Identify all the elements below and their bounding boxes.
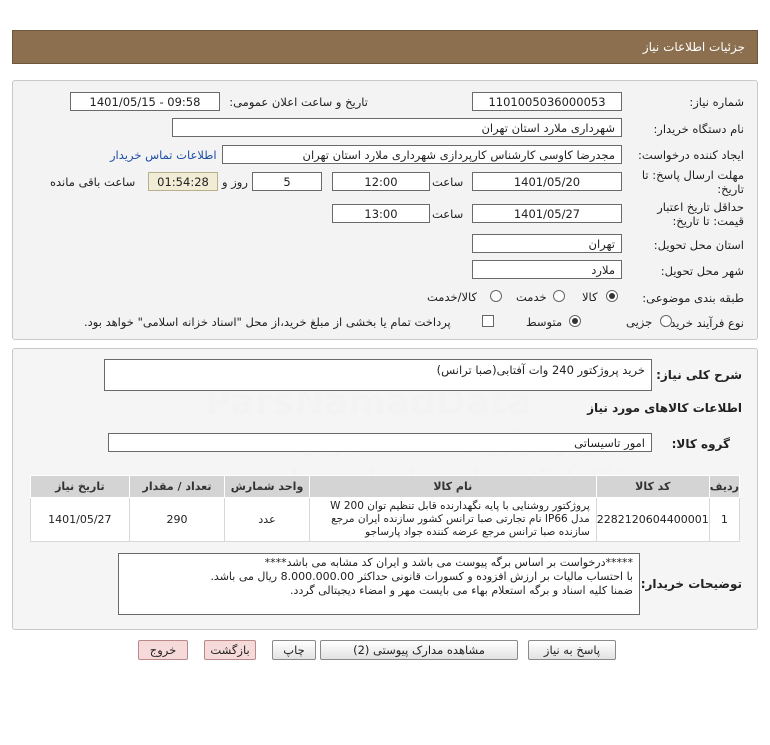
goods-section-title: اطلاعات کالاهای مورد نیاز [587, 401, 742, 415]
province-field: تهران [472, 234, 622, 253]
col-row: ردیف [708, 475, 741, 498]
process-label: نوع فرآیند خرید : [662, 316, 744, 330]
category-radio-goods[interactable] [606, 290, 618, 302]
validity-label-1: حداقل تاریخ اعتبار [657, 200, 744, 214]
attachments-button[interactable]: مشاهده مدارک پیوستی (2) [320, 640, 518, 660]
buyer-note-line-1: *****درخواست بر اساس برگه پیوست می باشد … [264, 556, 633, 569]
process-option-minor: جزیی [626, 315, 653, 329]
announce-field: 1401/05/15 - 09:58 [70, 92, 220, 111]
buyer-notes-label: توضیحات خریدار: [640, 577, 742, 591]
page-header: جزئیات اطلاعات نیاز [12, 30, 758, 64]
validity-time-label: ساعت [432, 207, 464, 221]
category-radio-service[interactable] [553, 290, 565, 302]
remaining-time-field: 01:54:28 [148, 172, 218, 191]
deadline-time-field: 12:00 [332, 172, 430, 191]
goods-group-label: گروه کالا: [671, 437, 730, 451]
goods-table: ردیف کد کالا نام کالا واحد شمارش تعداد /… [30, 475, 741, 542]
announce-label: تاریخ و ساعت اعلان عمومی: [229, 95, 368, 109]
deadline-label-2: تاریخ: [717, 182, 744, 196]
col-code: کد کالا [595, 475, 710, 498]
page-title: جزئیات اطلاعات نیاز [642, 40, 745, 54]
cell-row: 1 [708, 497, 741, 542]
process-radio-medium[interactable] [569, 315, 581, 327]
exit-button[interactable]: خروج [138, 640, 188, 660]
buyer-org-label: نام دستگاه خریدار: [653, 122, 744, 136]
col-qty: تعداد / مقدار [128, 475, 226, 498]
buyer-note-line-2: با احتساب مالیات بر ارزش افزوده و کسورات… [210, 570, 633, 583]
validity-date-field: 1401/05/27 [472, 204, 622, 223]
treasury-payment-checkbox[interactable] [482, 315, 494, 327]
city-label: شهر محل تحویل: [660, 264, 744, 278]
days-label: روز و [222, 175, 248, 189]
back-button[interactable]: بازگشت [204, 640, 256, 660]
need-number-label: شماره نیاز: [689, 95, 744, 109]
summary-label: شرح کلی نیاز: [656, 368, 742, 382]
col-unit: واحد شمارش [224, 475, 310, 498]
goods-table-header: ردیف کد کالا نام کالا واحد شمارش تعداد /… [30, 475, 741, 498]
cell-name: پروژکتور روشنایی با پایه نگهدارنده قابل … [308, 497, 597, 542]
col-name: نام کالا [308, 475, 597, 498]
category-option-goods: کالا [582, 290, 598, 304]
buyer-notes-box: *****درخواست بر اساس برگه پیوست می باشد … [118, 553, 640, 615]
col-date: تاریخ نیاز [30, 475, 130, 498]
validity-label-2: قیمت: تا تاریخ: [672, 214, 744, 228]
province-label: استان محل تحویل: [653, 238, 744, 252]
deadline-time-label: ساعت [432, 175, 464, 189]
buyer-contact-link[interactable]: اطلاعات تماس خریدار [110, 148, 217, 162]
category-label: طبقه بندی موضوعی: [642, 291, 744, 305]
category-option-service: خدمت [516, 290, 547, 304]
days-field: 5 [252, 172, 322, 191]
deadline-date-field: 1401/05/20 [472, 172, 622, 191]
table-row: 1 2282120604400001 پروژکتور روشنایی با پ… [30, 497, 741, 542]
requester-field: مجدرضا کاوسی کارشناس کارپردازی شهرداری م… [222, 145, 622, 164]
cell-qty: 290 [128, 497, 226, 542]
cell-code: 2282120604400001 [595, 497, 710, 542]
goods-group-field: امور تاسیساتی [108, 433, 652, 452]
print-button[interactable]: چاپ [272, 640, 316, 660]
buyer-note-line-3: ضمنا کلیه اسناد و برگه استعلام بهاء می ب… [290, 584, 633, 597]
process-option-medium: متوسط [526, 315, 563, 329]
city-field: ملارد [472, 260, 622, 279]
requester-label: ایجاد کننده درخواست: [638, 148, 744, 162]
cell-unit: عدد [224, 497, 310, 542]
category-radio-goods-service[interactable] [490, 290, 502, 302]
validity-time-field: 13:00 [332, 204, 430, 223]
reply-button[interactable]: پاسخ به نیاز [528, 640, 616, 660]
summary-field: خرید پروژکتور 240 وات آفتابی(صبا ترانس) [104, 359, 652, 391]
buyer-org-field: شهرداری ملارد استان تهران [172, 118, 622, 137]
process-radio-minor[interactable] [660, 315, 672, 327]
category-option-goods-service: کالا/خدمت [427, 290, 478, 304]
need-number-field: 1101005036000053 [472, 92, 622, 111]
remaining-label: ساعت باقی مانده [50, 175, 136, 189]
treasury-payment-note: پرداخت تمام یا بخشی از مبلغ خرید،از محل … [84, 315, 451, 329]
cell-date: 1401/05/27 [30, 497, 130, 542]
deadline-label-1: مهلت ارسال پاسخ: تا [641, 168, 744, 182]
